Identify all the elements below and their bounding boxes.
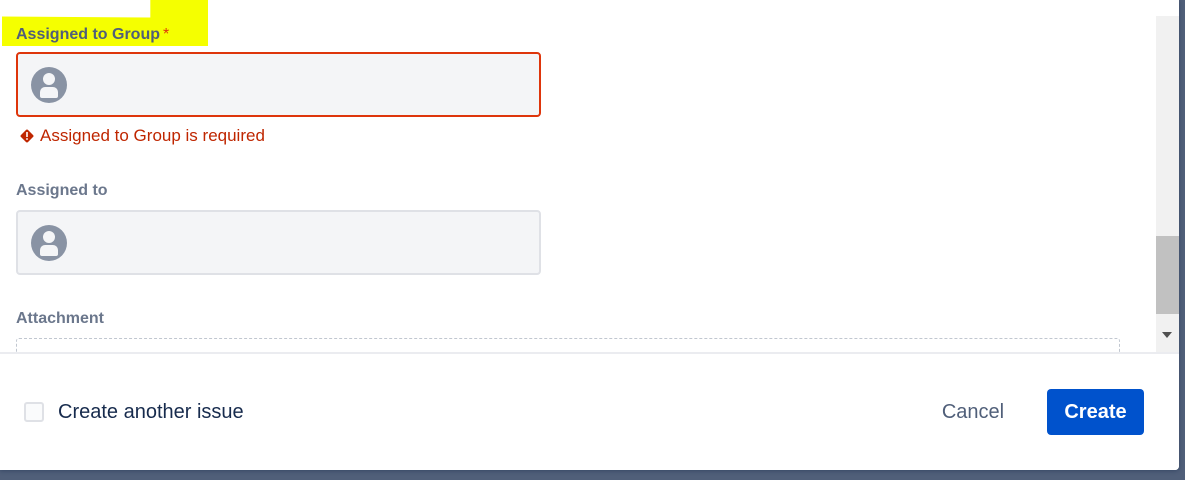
- scroll-down-arrow-icon[interactable]: [1162, 332, 1172, 338]
- create-another-label[interactable]: Create another issue: [58, 401, 244, 424]
- user-avatar-icon: [31, 225, 67, 261]
- assigned-group-error-text: Assigned to Group is required: [40, 126, 265, 145]
- form-scrollbar[interactable]: [1156, 16, 1179, 352]
- error-diamond-icon: [20, 129, 34, 143]
- attachment-label: Attachment: [16, 310, 105, 327]
- user-avatar-icon: [31, 67, 67, 103]
- create-button[interactable]: Create: [1047, 389, 1144, 435]
- dialog-footer: Create another issue Cancel Create: [0, 352, 1179, 470]
- assigned-to-picker[interactable]: [16, 210, 541, 275]
- assigned-group-error: Assigned to Group is required: [19, 126, 265, 146]
- assigned-group-label: Assigned to Group *: [16, 26, 169, 44]
- assigned-group-label-text: Assigned to Group: [16, 26, 160, 43]
- form-body: Assigned to Group * Assigned to Group is …: [0, 0, 1156, 352]
- create-issue-dialog: Assigned to Group * Assigned to Group is …: [0, 0, 1179, 470]
- assigned-to-label: Assigned to: [16, 182, 108, 199]
- required-asterisk: *: [163, 26, 170, 43]
- scrollbar-thumb[interactable]: [1156, 236, 1179, 314]
- attachment-dropzone[interactable]: [16, 338, 1120, 352]
- assigned-group-picker[interactable]: [16, 52, 541, 117]
- create-another-checkbox[interactable]: [24, 402, 44, 422]
- cancel-button[interactable]: Cancel: [922, 389, 1024, 435]
